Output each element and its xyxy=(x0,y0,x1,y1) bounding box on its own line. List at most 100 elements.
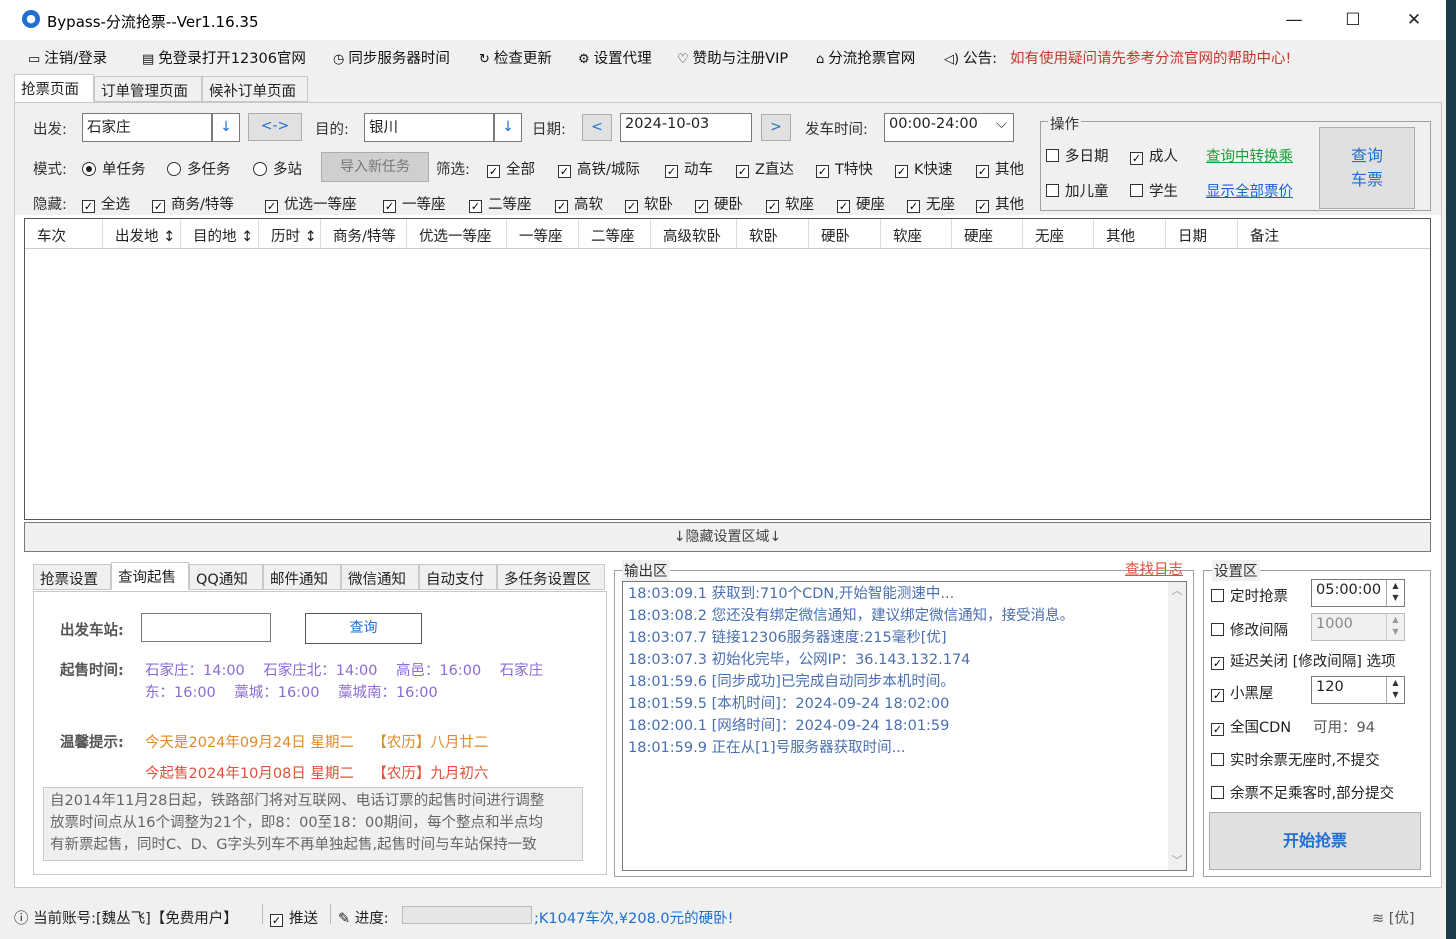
date-input[interactable]: 2024-10-03 xyxy=(620,113,752,142)
hide-soft-seat-checkbox[interactable]: ✓ 软座 xyxy=(766,193,814,214)
close-button[interactable]: ✕ xyxy=(1388,6,1440,34)
find-log-link[interactable]: 查找日志 xyxy=(1125,558,1183,579)
timed-grab-spinner[interactable]: 05:00:00 ▲ ▼ xyxy=(1311,579,1405,607)
import-task-button[interactable]: 导入新任务 xyxy=(321,152,429,182)
tab-orders[interactable]: 订单管理页面 xyxy=(94,76,202,102)
tab-multi-task[interactable]: 多任务设置区 xyxy=(497,564,605,590)
student-checkbox[interactable]: 学生 xyxy=(1130,180,1178,201)
hide-second-checkbox[interactable]: ✓ 二等座 xyxy=(469,193,532,214)
col-first[interactable]: 一等座 xyxy=(507,219,579,249)
output-log[interactable]: 18:03:09.1 获取到:710个CDN,开始智能测速中... 18:03:… xyxy=(622,581,1187,871)
log-scrollbar[interactable]: ︿ ﹀ xyxy=(1168,582,1186,870)
to-dropdown-button[interactable]: ↓ xyxy=(494,113,522,142)
hide-first-checkbox[interactable]: ✓ 一等座 xyxy=(383,193,446,214)
multi-date-checkbox[interactable]: 多日期 xyxy=(1046,145,1109,166)
col-soft-sleeper[interactable]: 软卧 xyxy=(737,219,809,249)
spinner-arrows-icon[interactable]: ▲ ▼ xyxy=(1386,580,1404,606)
tab-sale-query[interactable]: 查询起售 xyxy=(111,562,189,590)
col-business[interactable]: 商务/特等 xyxy=(321,219,407,249)
hide-all-checkbox[interactable]: ✓ 全选 xyxy=(82,193,130,214)
scroll-up-icon[interactable]: ︿ xyxy=(1168,582,1186,598)
col-soft-seat[interactable]: 软座 xyxy=(881,219,952,249)
to-station-input[interactable]: 银川 xyxy=(364,113,494,142)
depart-time-select[interactable]: 00:00-24:00 ⌵ xyxy=(884,113,1014,142)
tab-waitlist[interactable]: 候补订单页面 xyxy=(202,76,308,102)
from-station-input[interactable]: 石家庄 xyxy=(82,113,212,142)
minimize-button[interactable]: — xyxy=(1268,6,1320,34)
spinner-arrows-icon[interactable]: ▲ ▼ xyxy=(1386,677,1404,703)
filter-z-checkbox[interactable]: ✓ Z直达 xyxy=(736,158,794,179)
transfer-query-link[interactable]: 查询中转换乘 xyxy=(1206,145,1293,166)
adult-checkbox[interactable]: ✓ 成人 xyxy=(1130,145,1178,166)
col-hard-sleeper[interactable]: 硬卧 xyxy=(809,219,881,249)
sale-station-input[interactable] xyxy=(141,613,271,642)
no-seat-nosubmit-checkbox[interactable]: 实时余票无座时,不提交 xyxy=(1211,749,1380,770)
menu-check-update[interactable]: ↻ 检查更新 xyxy=(479,47,552,68)
hide-no-seat-checkbox[interactable]: ✓ 无座 xyxy=(907,193,955,214)
col-hard-seat[interactable]: 硬座 xyxy=(952,219,1023,249)
filter-other-checkbox[interactable]: ✓ 其他 xyxy=(976,158,1024,179)
menu-open-12306[interactable]: ▤ 免登录打开12306官网 xyxy=(142,47,306,68)
col-from[interactable]: 出发地 ↕ xyxy=(103,219,181,249)
tab-qq-notify[interactable]: QQ通知 xyxy=(189,564,263,590)
blackroom-spinner[interactable]: 120 ▲ ▼ xyxy=(1311,676,1405,704)
add-child-checkbox[interactable]: 加儿童 xyxy=(1046,180,1109,201)
menu-website[interactable]: ⌂ 分流抢票官网 xyxy=(816,47,915,68)
start-grab-button[interactable]: 开始抢票 xyxy=(1209,812,1421,870)
filter-t-checkbox[interactable]: ✓ T特快 xyxy=(816,158,873,179)
col-to[interactable]: 目的地 ↕ xyxy=(181,219,259,249)
timed-grab-checkbox[interactable]: 定时抢票 xyxy=(1211,585,1288,606)
filter-dongche-checkbox[interactable]: ✓ 动车 xyxy=(665,158,713,179)
filter-k-checkbox[interactable]: ✓ K快速 xyxy=(895,158,953,179)
push-checkbox[interactable]: ✓ 推送 xyxy=(270,907,318,928)
tab-grab[interactable]: 抢票页面 xyxy=(14,74,94,102)
hide-settings-toggle[interactable]: ↓隐藏设置区域↓ xyxy=(24,522,1431,552)
hide-premium-first-checkbox[interactable]: ✓ 优选一等座 xyxy=(265,193,357,214)
filter-all-checkbox[interactable]: ✓ 全部 xyxy=(487,158,535,179)
col-date[interactable]: 日期 xyxy=(1166,219,1238,249)
hide-hard-sleeper-checkbox[interactable]: ✓ 硬卧 xyxy=(695,193,743,214)
interval-spinner[interactable]: 1000 ▲ ▼ xyxy=(1311,613,1405,641)
col-note[interactable]: 备注 xyxy=(1238,219,1430,249)
hide-hard-seat-checkbox[interactable]: ✓ 硬座 xyxy=(837,193,885,214)
mode-multi-radio[interactable]: 多任务 xyxy=(167,158,231,179)
filter-gaotie-checkbox[interactable]: ✓ 高铁/城际 xyxy=(558,158,640,179)
col-deluxe-sleeper[interactable]: 高级软卧 xyxy=(651,219,737,249)
swap-button[interactable]: <-> xyxy=(248,113,302,141)
col-train[interactable]: 车次 xyxy=(25,219,103,249)
menu-proxy[interactable]: ⚙ 设置代理 xyxy=(578,47,652,68)
menu-sync-time[interactable]: ◷ 同步服务器时间 xyxy=(333,47,450,68)
col-duration[interactable]: 历时 ↕ xyxy=(259,219,321,249)
menu-login[interactable]: ▭ 注销/登录 xyxy=(28,47,107,68)
next-date-button[interactable]: > xyxy=(761,114,791,141)
mode-multistation-radio[interactable]: 多站 xyxy=(253,158,302,179)
sale-query-button[interactable]: 查询 xyxy=(305,613,422,644)
hide-other-checkbox[interactable]: ✓ 其他 xyxy=(976,193,1024,214)
prev-date-button[interactable]: < xyxy=(582,114,612,141)
hide-business-checkbox[interactable]: ✓ 商务/特等 xyxy=(152,193,234,214)
partial-submit-checkbox[interactable]: 余票不足乘客时,部分提交 xyxy=(1211,782,1394,803)
modify-interval-checkbox[interactable]: 修改间隔 xyxy=(1211,619,1288,640)
delay-close-checkbox[interactable]: ✓ 延迟关闭 [修改间隔] 选项 xyxy=(1211,650,1396,671)
col-premium-first[interactable]: 优选一等座 xyxy=(407,219,507,249)
from-dropdown-button[interactable]: ↓ xyxy=(212,113,240,142)
show-all-price-link[interactable]: 显示全部票价 xyxy=(1206,180,1293,201)
hide-deluxe-soft-checkbox[interactable]: ✓ 高软 xyxy=(555,193,603,214)
scroll-down-icon[interactable]: ﹀ xyxy=(1168,852,1186,868)
tab-grab-settings[interactable]: 抢票设置 xyxy=(33,564,111,590)
tab-auto-pay[interactable]: 自动支付 xyxy=(419,564,497,590)
national-cdn-checkbox[interactable]: ✓ 全国CDN xyxy=(1211,716,1291,737)
hide-soft-sleeper-checkbox[interactable]: ✓ 软卧 xyxy=(625,193,673,214)
tab-email-notify[interactable]: 邮件通知 xyxy=(263,564,341,590)
col-no-seat[interactable]: 无座 xyxy=(1023,219,1094,249)
tab-wechat-notify[interactable]: 微信通知 xyxy=(341,564,419,590)
mode-single-radio[interactable]: 单任务 xyxy=(82,158,146,179)
query-tickets-button[interactable]: 查询 车票 xyxy=(1319,127,1415,209)
col-second[interactable]: 二等座 xyxy=(579,219,651,249)
spinner-arrows-icon[interactable]: ▲ ▼ xyxy=(1386,614,1404,640)
train-grid[interactable]: 车次 出发地 ↕ 目的地 ↕ 历时 ↕ 商务/特等 优选一等座 一等座 二等座 … xyxy=(24,218,1431,520)
col-other[interactable]: 其他 xyxy=(1094,219,1166,249)
maximize-button[interactable]: ☐ xyxy=(1327,6,1379,34)
menu-vip[interactable]: ♡ 赞助与注册VIP xyxy=(677,47,788,68)
blackroom-checkbox[interactable]: ✓ 小黑屋 xyxy=(1211,682,1274,703)
